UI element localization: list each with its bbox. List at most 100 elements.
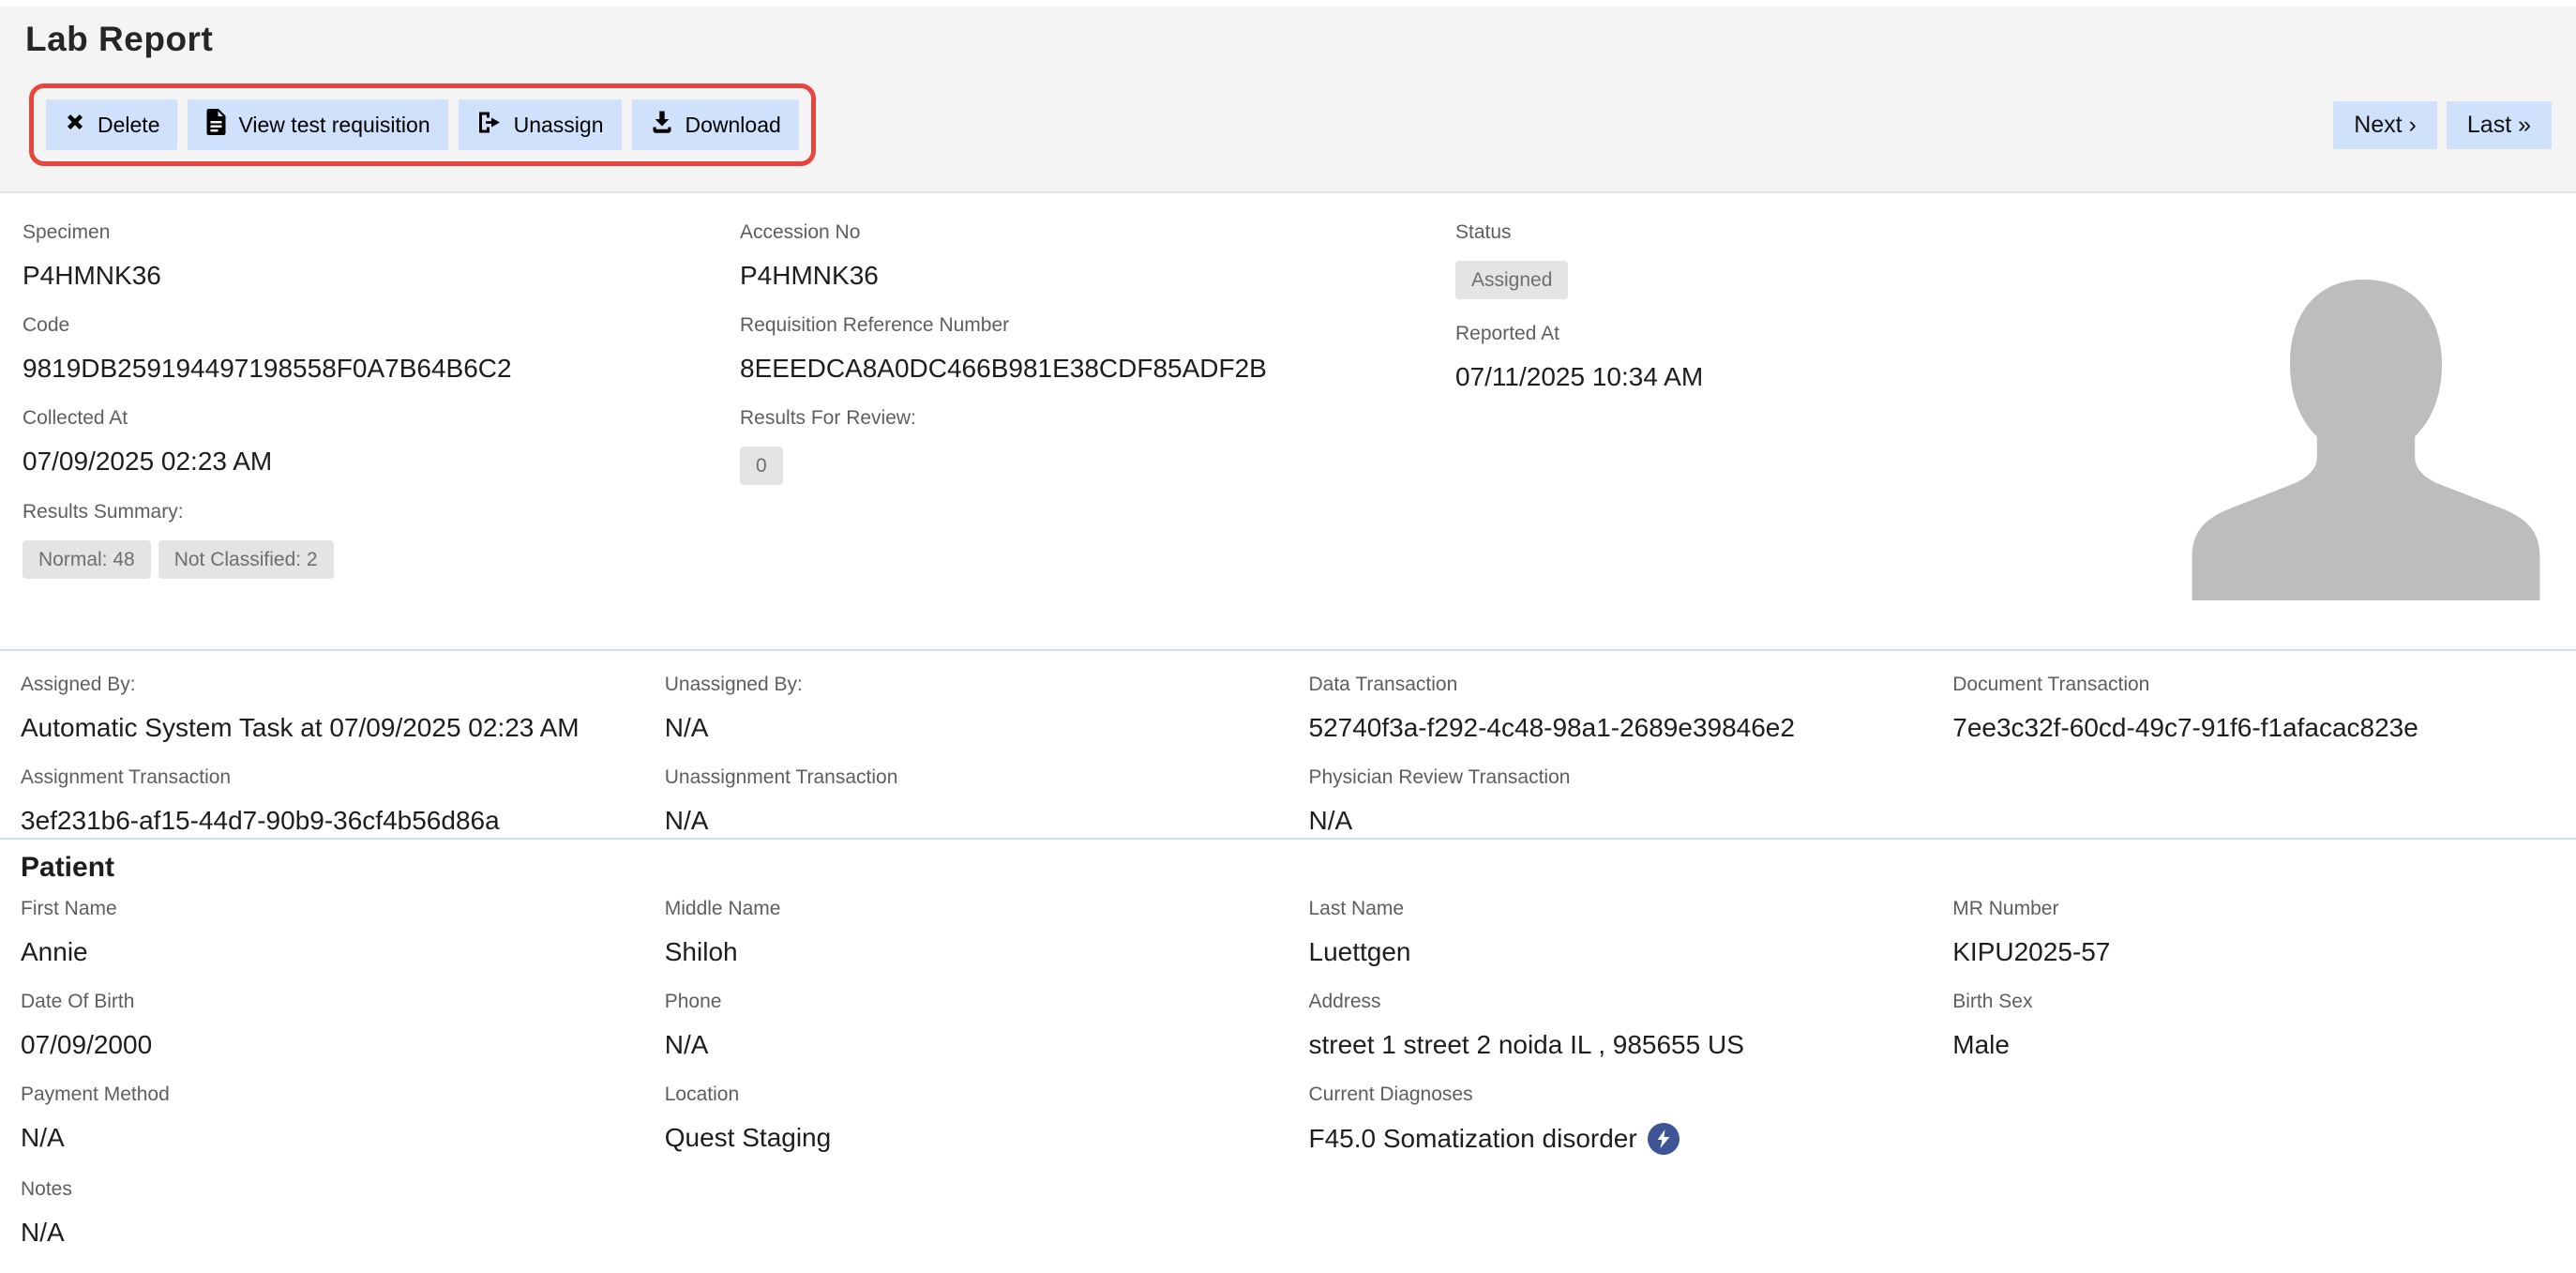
specimen-section: Specimen P4HMNK36 Code 9819DB25919449719… <box>0 195 2576 649</box>
date-of-birth-value: 07/09/2000 <box>21 1030 644 1060</box>
assignment-section: Assigned By: Automatic System Task at 07… <box>0 651 2576 838</box>
payment-method-label: Payment Method <box>21 1084 644 1104</box>
mr-number-value: KIPU2025-57 <box>1952 937 2576 967</box>
code-value: 9819DB259194497198558F0A7B64B6C2 <box>23 354 716 384</box>
unassigned-by-field: Unassigned By: N/A Unassignment Transact… <box>644 674 1288 860</box>
reported-at-field: Reported At 07/11/2025 10:34 AM <box>1455 324 2112 392</box>
requisition-reference-number-label: Requisition Reference Number <box>740 315 1434 335</box>
last-name-label: Last Name <box>1309 899 1933 918</box>
specimen-value: P4HMNK36 <box>23 261 716 291</box>
phone-label: Phone <box>665 992 1288 1011</box>
code-field: Code 9819DB259194497198558F0A7B64B6C2 <box>23 315 716 384</box>
mr-number-field: MR Number KIPU2025-57 <box>1932 899 2576 967</box>
results-summary-field: Results Summary: Normal: 48 Not Classifi… <box>23 502 716 579</box>
status-field: Status Assigned <box>1455 222 2112 299</box>
payment-method-value: N/A <box>21 1123 644 1153</box>
unassignment-transaction-value: N/A <box>665 806 1288 836</box>
first-name-label: First Name <box>21 899 644 918</box>
document-transaction-label: Document Transaction <box>1952 674 2576 694</box>
notes-label: Notes <box>21 1179 644 1199</box>
requisition-reference-number-field: Requisition Reference Number 8EEEDCA8A0D… <box>740 315 1434 384</box>
notes-field: Notes N/A <box>0 1179 644 1248</box>
x-icon <box>64 111 86 139</box>
code-label: Code <box>23 315 716 335</box>
download-button[interactable]: Download <box>632 99 799 150</box>
assigned-by-label: Assigned By: <box>21 674 644 694</box>
results-for-review-label: Results For Review: <box>740 408 1434 428</box>
results-for-review-field: Results For Review: 0 <box>740 408 1434 485</box>
assignment-transaction-label: Assignment Transaction <box>21 767 644 787</box>
physician-review-transaction-label: Physician Review Transaction <box>1309 767 1933 787</box>
current-diagnoses-value: F45.0 Somatization disorder <box>1309 1124 1637 1154</box>
last-page-button[interactable]: Last » <box>2447 101 2552 149</box>
download-button-label: Download <box>685 113 781 138</box>
person-silhouette-icon <box>2172 588 2560 600</box>
birth-sex-field: Birth Sex Male <box>1932 992 2576 1060</box>
document-transaction-field: Document Transaction 7ee3c32f-60cd-49c7-… <box>1932 674 2576 860</box>
first-name-value: Annie <box>21 937 644 967</box>
page-title: Lab Report <box>25 20 213 59</box>
accession-no-field: Accession No P4HMNK36 <box>740 222 1434 291</box>
unassigned-by-label: Unassigned By: <box>665 674 1288 694</box>
patient-photo-placeholder <box>2172 263 2560 600</box>
address-label: Address <box>1309 992 1933 1011</box>
first-name-field: First Name Annie <box>0 899 644 967</box>
specimen-label: Specimen <box>23 222 716 242</box>
last-name-field: Last Name Luettgen <box>1288 899 1933 967</box>
address-field: Address street 1 street 2 noida IL , 985… <box>1288 992 1933 1060</box>
middle-name-field: Middle Name Shiloh <box>644 899 1288 967</box>
unassign-button[interactable]: Unassign <box>459 99 622 150</box>
sign-out-icon <box>476 111 503 140</box>
not-classified-count-badge: Not Classified: 2 <box>158 540 334 579</box>
birth-sex-label: Birth Sex <box>1952 992 2576 1011</box>
lightning-bolt-icon[interactable] <box>1648 1123 1680 1155</box>
assigned-by-field: Assigned By: Automatic System Task at 07… <box>0 674 644 860</box>
results-for-review-count-badge: 0 <box>740 447 783 485</box>
data-transaction-label: Data Transaction <box>1309 674 1933 694</box>
middle-name-label: Middle Name <box>665 899 1288 918</box>
collected-at-label: Collected At <box>23 408 716 428</box>
document-transaction-value: 7ee3c32f-60cd-49c7-91f6-f1afacac823e <box>1952 713 2576 743</box>
unassigned-by-value: N/A <box>665 713 1288 743</box>
collected-at-field: Collected At 07/09/2025 02:23 AM <box>23 408 716 477</box>
status-label: Status <box>1455 222 2112 242</box>
delete-button[interactable]: Delete <box>46 99 177 150</box>
view-test-requisition-button[interactable]: View test requisition <box>188 99 447 150</box>
results-summary-label: Results Summary: <box>23 502 716 522</box>
results-summary-badges: Normal: 48 Not Classified: 2 <box>23 540 716 579</box>
current-diagnoses-label: Current Diagnoses <box>1309 1084 1933 1104</box>
patient-grid: First Name Annie Middle Name Shiloh Last… <box>0 884 2576 1273</box>
normal-count-badge: Normal: 48 <box>23 540 151 579</box>
assignment-transaction-value: 3ef231b6-af15-44d7-90b9-36cf4b56d86a <box>21 806 644 836</box>
unassignment-transaction-label: Unassignment Transaction <box>665 767 1288 787</box>
next-page-button[interactable]: Next › <box>2333 101 2437 149</box>
date-of-birth-label: Date Of Birth <box>21 992 644 1011</box>
collected-at-value: 07/09/2025 02:23 AM <box>23 447 716 477</box>
middle-name-value: Shiloh <box>665 937 1288 967</box>
specimen-field: Specimen P4HMNK36 <box>23 222 716 291</box>
accession-no-value: P4HMNK36 <box>740 261 1434 291</box>
accession-no-label: Accession No <box>740 222 1434 242</box>
location-label: Location <box>665 1084 1288 1104</box>
view-test-requisition-button-label: View test requisition <box>238 113 429 138</box>
header-band: Lab Report Delete View test requisition … <box>0 7 2576 193</box>
unassign-button-label: Unassign <box>514 113 604 138</box>
data-transaction-field: Data Transaction 52740f3a-f292-4c48-98a1… <box>1288 674 1933 860</box>
reported-at-value: 07/11/2025 10:34 AM <box>1455 362 2112 392</box>
assigned-by-value: Automatic System Task at 07/09/2025 02:2… <box>21 713 644 743</box>
data-transaction-value: 52740f3a-f292-4c48-98a1-2689e39846e2 <box>1309 713 1933 743</box>
reported-at-label: Reported At <box>1455 324 2112 343</box>
date-of-birth-field: Date Of Birth 07/09/2000 <box>0 992 644 1060</box>
document-icon <box>205 109 227 141</box>
physician-review-transaction-value: N/A <box>1309 806 1933 836</box>
download-icon <box>650 110 674 140</box>
specimen-column-3: Status Assigned Reported At 07/11/2025 1… <box>1455 222 2112 417</box>
pagination: Next › Last » <box>2333 101 2552 149</box>
current-diagnoses-field: Current Diagnoses F45.0 Somatization dis… <box>1288 1084 1933 1155</box>
mr-number-label: MR Number <box>1952 899 2576 918</box>
patient-section: Patient First Name Annie Middle Name Shi… <box>0 840 2576 1228</box>
specimen-column-1: Specimen P4HMNK36 Code 9819DB25919449719… <box>23 222 716 603</box>
specimen-column-2: Accession No P4HMNK36 Requisition Refere… <box>740 222 1434 509</box>
delete-button-label: Delete <box>98 113 159 138</box>
birth-sex-value: Male <box>1952 1030 2576 1060</box>
